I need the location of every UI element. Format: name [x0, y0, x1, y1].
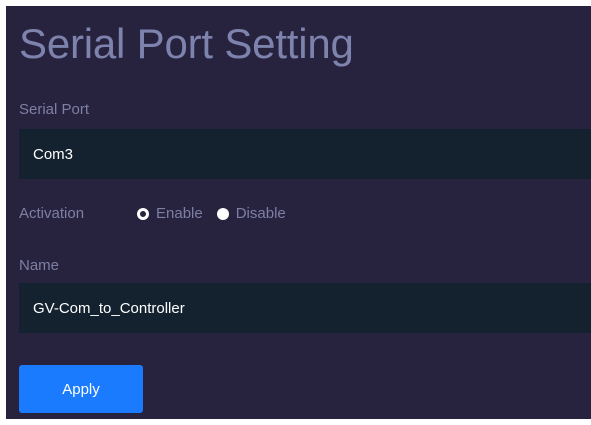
activation-disable-radio[interactable]: Disable: [216, 205, 286, 222]
activation-enable-label: Enable: [156, 205, 203, 222]
page-title: Serial Port Setting: [19, 20, 354, 67]
name-label: Name: [19, 257, 60, 274]
serial-port-select[interactable]: Com3: [19, 129, 591, 179]
name-input[interactable]: GV-Com_to_Controller: [19, 283, 591, 333]
name-value: GV-Com_to_Controller: [33, 299, 185, 317]
apply-button[interactable]: Apply: [19, 365, 143, 413]
radio-checked-icon: [137, 207, 149, 220]
serial-port-value: Com3: [33, 145, 74, 163]
activation-radio-group: Enable Disable: [137, 205, 300, 222]
settings-panel: Serial Port Setting Serial Port Com3 Act…: [6, 6, 591, 419]
activation-enable-radio[interactable]: Enable: [137, 205, 203, 222]
activation-label: Activation: [19, 205, 85, 222]
serial-port-label: Serial Port: [19, 101, 90, 118]
activation-disable-label: Disable: [235, 205, 286, 222]
radio-unchecked-icon: [216, 207, 229, 220]
